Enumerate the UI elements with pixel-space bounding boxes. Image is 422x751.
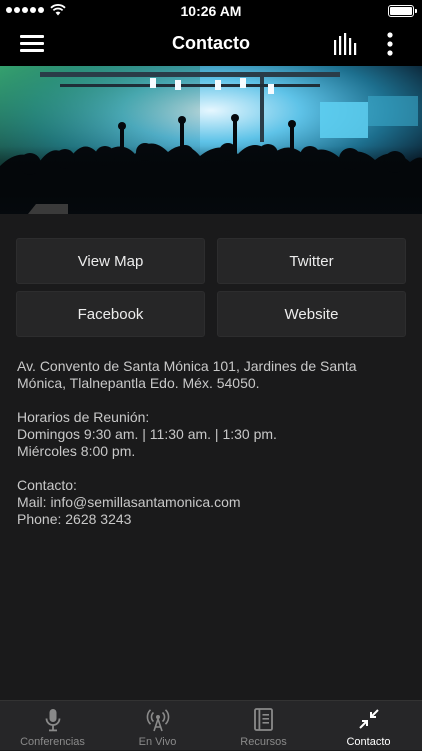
status-time: 10:26 AM	[180, 3, 242, 19]
facebook-button[interactable]: Facebook	[16, 291, 205, 337]
contact-phone[interactable]: Phone: 2628 3243	[17, 511, 409, 528]
website-button[interactable]: Website	[217, 291, 406, 337]
tab-conferencias[interactable]: Conferencias	[0, 701, 105, 751]
tab-bar: Conferencias En Vivo Recursos Contacto	[0, 700, 422, 750]
tab-recursos[interactable]: Recursos	[211, 701, 316, 751]
contact-title: Contacto:	[17, 477, 77, 493]
schedule-wednesdays: Miércoles 8:00 pm.	[17, 443, 136, 459]
twitter-button[interactable]: Twitter	[217, 238, 406, 284]
schedule-title: Horarios de Reunión:	[17, 409, 150, 425]
hero-banner-image	[0, 66, 422, 214]
battery-icon	[388, 5, 417, 17]
book-icon	[253, 708, 273, 731]
microphone-icon	[45, 709, 60, 732]
antenna-icon	[146, 709, 169, 732]
page-title: Contacto	[172, 33, 250, 53]
equalizer-icon[interactable]	[333, 33, 357, 55]
collapse-arrows-icon	[358, 709, 379, 729]
address-line-1: Av. Convento de Santa Mónica 101, Jardin…	[17, 358, 357, 374]
contact-mail[interactable]: Mail: info@semillasantamonica.com	[17, 494, 409, 511]
tab-label: Contacto	[346, 736, 391, 748]
status-bar: 10:26 AM	[0, 0, 422, 22]
tab-label: En Vivo	[138, 736, 177, 748]
address-line-2: Mónica, Tlalnepantla Edo. Méx. 54050.	[17, 375, 260, 391]
contact-info: Av. Convento de Santa Mónica 101, Jardin…	[17, 358, 409, 528]
view-map-button[interactable]: View Map	[16, 238, 205, 284]
tab-contacto[interactable]: Contacto	[316, 701, 421, 751]
navigation-bar: Contacto	[0, 22, 422, 66]
tab-en-vivo[interactable]: En Vivo	[105, 701, 210, 751]
tab-label: Recursos	[240, 736, 287, 748]
schedule-sundays: Domingos 9:30 am. | 11:30 am. | 1:30 pm.	[17, 426, 277, 442]
tab-label: Conferencias	[20, 736, 85, 748]
more-vertical-icon[interactable]	[378, 32, 402, 56]
